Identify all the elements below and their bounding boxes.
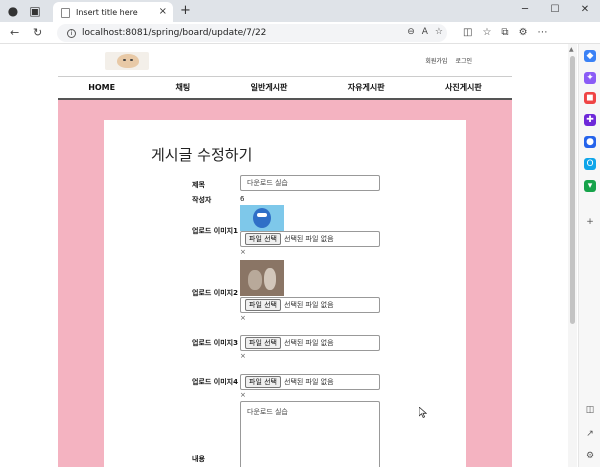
nav-home[interactable]: HOME: [88, 83, 115, 92]
scroll-thumb[interactable]: [570, 56, 575, 324]
split-screen-icon[interactable]: ◫: [463, 27, 472, 38]
add-sidebar-icon[interactable]: +: [584, 216, 596, 228]
upload-image-3-input[interactable]: 파일 선택 선택된 파일 없음: [240, 335, 380, 351]
character-image: [253, 208, 271, 228]
external-link-icon[interactable]: ↗: [584, 428, 596, 440]
content-textarea[interactable]: 다운로드 실습: [240, 401, 380, 467]
extensions-icon[interactable]: ⚙: [519, 27, 528, 38]
games-icon[interactable]: ●: [584, 136, 596, 148]
upload-image-1-label: 업로드 이미지1: [192, 227, 238, 235]
cat-eye-right: [130, 59, 133, 61]
site-info-icon[interactable]: i: [67, 28, 76, 38]
url-text[interactable]: localhost:8081/spring/board/update/7/22: [82, 28, 266, 38]
upload-image-4-input[interactable]: 파일 선택 선택된 파일 없음: [240, 374, 380, 390]
zoom-icon[interactable]: ⊖: [407, 27, 415, 37]
tab-close-icon[interactable]: ×: [159, 6, 167, 17]
web-page: 회원가입 로그인 HOME 채팅 일반게시판 자유게시판 사진게시판 게시글 수…: [0, 44, 568, 467]
remove-image-4-icon[interactable]: ×: [240, 391, 246, 399]
page-title: 게시글 수정하기: [151, 146, 253, 164]
refresh-icon[interactable]: ↻: [33, 26, 42, 39]
main-navigation: HOME 채팅 일반게시판 자유게시판 사진게시판: [58, 76, 512, 100]
choose-file-button[interactable]: 파일 선택: [245, 337, 281, 349]
favorite-star-icon[interactable]: ☆: [435, 27, 443, 37]
character-eyes: [257, 213, 267, 217]
file-status: 선택된 파일 없음: [284, 378, 334, 386]
title-input[interactable]: 다운로드 실습: [240, 175, 380, 191]
page-scrollbar[interactable]: ▲: [568, 44, 577, 467]
outlook-icon[interactable]: O: [584, 158, 596, 170]
upload-image-4-label: 업로드 이미지4: [192, 378, 238, 386]
back-arrow-icon[interactable]: ←: [10, 26, 19, 39]
collections-icon[interactable]: ⧉: [501, 27, 508, 38]
remove-image-1-icon[interactable]: ×: [240, 248, 246, 256]
more-options-icon[interactable]: ⋯: [538, 27, 548, 38]
toolbar-right-icons: ◫ ☆ ⧉ ⚙ ⋯: [463, 27, 548, 38]
upload-image-3-label: 업로드 이미지3: [192, 339, 238, 347]
upload-image-2-preview: [240, 260, 284, 296]
browser-tab[interactable]: Insert title here ×: [53, 2, 173, 23]
cat-photo-right: [264, 268, 276, 290]
close-window-icon[interactable]: ✕: [570, 0, 600, 20]
upload-image-2-input[interactable]: 파일 선택 선택된 파일 없음: [240, 297, 380, 313]
file-status: 선택된 파일 없음: [284, 301, 334, 309]
title-label: 제목: [192, 181, 205, 189]
tab-title: Insert title here: [76, 8, 138, 17]
titlebar-left-icons: ● ▣: [6, 4, 42, 18]
choose-file-button[interactable]: 파일 선택: [245, 233, 281, 245]
mouse-cursor-icon: [419, 407, 427, 418]
choose-file-button[interactable]: 파일 선택: [245, 299, 281, 311]
address-toolbar: ← ↻ i localhost:8081/spring/board/update…: [0, 22, 600, 44]
shopping-icon[interactable]: ◼: [584, 92, 596, 104]
choose-file-button[interactable]: 파일 선택: [245, 376, 281, 388]
maximize-icon[interactable]: ☐: [540, 0, 570, 20]
remove-image-3-icon[interactable]: ×: [240, 352, 246, 360]
settings-gear-icon[interactable]: ⚙: [584, 450, 596, 462]
author-value: 6: [240, 195, 245, 203]
tab-actions-icon[interactable]: ▣: [28, 4, 42, 18]
read-aloud-icon[interactable]: A: [422, 27, 428, 37]
nav-general-board[interactable]: 일반게시판: [251, 82, 288, 93]
signup-link[interactable]: 회원가입: [425, 56, 447, 65]
new-tab-button[interactable]: +: [180, 3, 191, 18]
sidebar-toggle-icon[interactable]: ◫: [584, 404, 596, 416]
author-label: 작성자: [192, 196, 212, 204]
login-link[interactable]: 로그인: [455, 56, 472, 65]
cat-photo-left: [248, 270, 262, 290]
nav-free-board[interactable]: 자유게시판: [348, 82, 385, 93]
file-status: 선택된 파일 없음: [284, 339, 334, 347]
tools-icon[interactable]: ✚: [584, 114, 596, 126]
browser-titlebar: ● ▣ Insert title here × + ─ ☐ ✕: [0, 0, 600, 23]
content-label: 내용: [192, 455, 205, 463]
site-logo[interactable]: [105, 52, 149, 70]
drop-icon[interactable]: ▾: [584, 180, 596, 192]
file-status: 선택된 파일 없음: [284, 235, 334, 243]
nav-chat[interactable]: 채팅: [175, 82, 190, 93]
minimize-icon[interactable]: ─: [510, 0, 540, 20]
edit-form-card: 게시글 수정하기 제목 다운로드 실습 작성자 6 업로드 이미지1 파일 선택…: [104, 120, 466, 467]
site-header: 회원가입 로그인: [58, 44, 512, 74]
copilot-icon[interactable]: ◆: [584, 50, 596, 62]
cat-logo-icon: [117, 54, 139, 68]
auth-links: 회원가입 로그인: [425, 56, 472, 65]
upload-image-1-preview: [240, 205, 284, 231]
browser-sidebar: ◆ ✦ ◼ ✚ ● O ▾ + ◫ ↗ ⚙: [578, 44, 600, 467]
upload-image-2-label: 업로드 이미지2: [192, 289, 238, 297]
window-controls: ─ ☐ ✕: [510, 0, 600, 22]
upload-image-1-input[interactable]: 파일 선택 선택된 파일 없음: [240, 231, 380, 247]
address-bar[interactable]: i localhost:8081/spring/board/update/7/2…: [57, 24, 447, 42]
nav-photo-board[interactable]: 사진게시판: [445, 82, 482, 93]
cat-eye-left: [123, 59, 126, 61]
address-bar-icons: ⊖ A ☆: [407, 27, 443, 37]
favorites-icon[interactable]: ☆: [482, 27, 491, 38]
scroll-up-icon[interactable]: ▲: [569, 46, 574, 53]
search-sidebar-icon[interactable]: ✦: [584, 72, 596, 84]
page-favicon-icon: [61, 7, 70, 18]
profile-icon[interactable]: ●: [6, 4, 20, 18]
remove-image-2-icon[interactable]: ×: [240, 314, 246, 322]
content-background: 게시글 수정하기 제목 다운로드 실습 작성자 6 업로드 이미지1 파일 선택…: [58, 100, 512, 467]
